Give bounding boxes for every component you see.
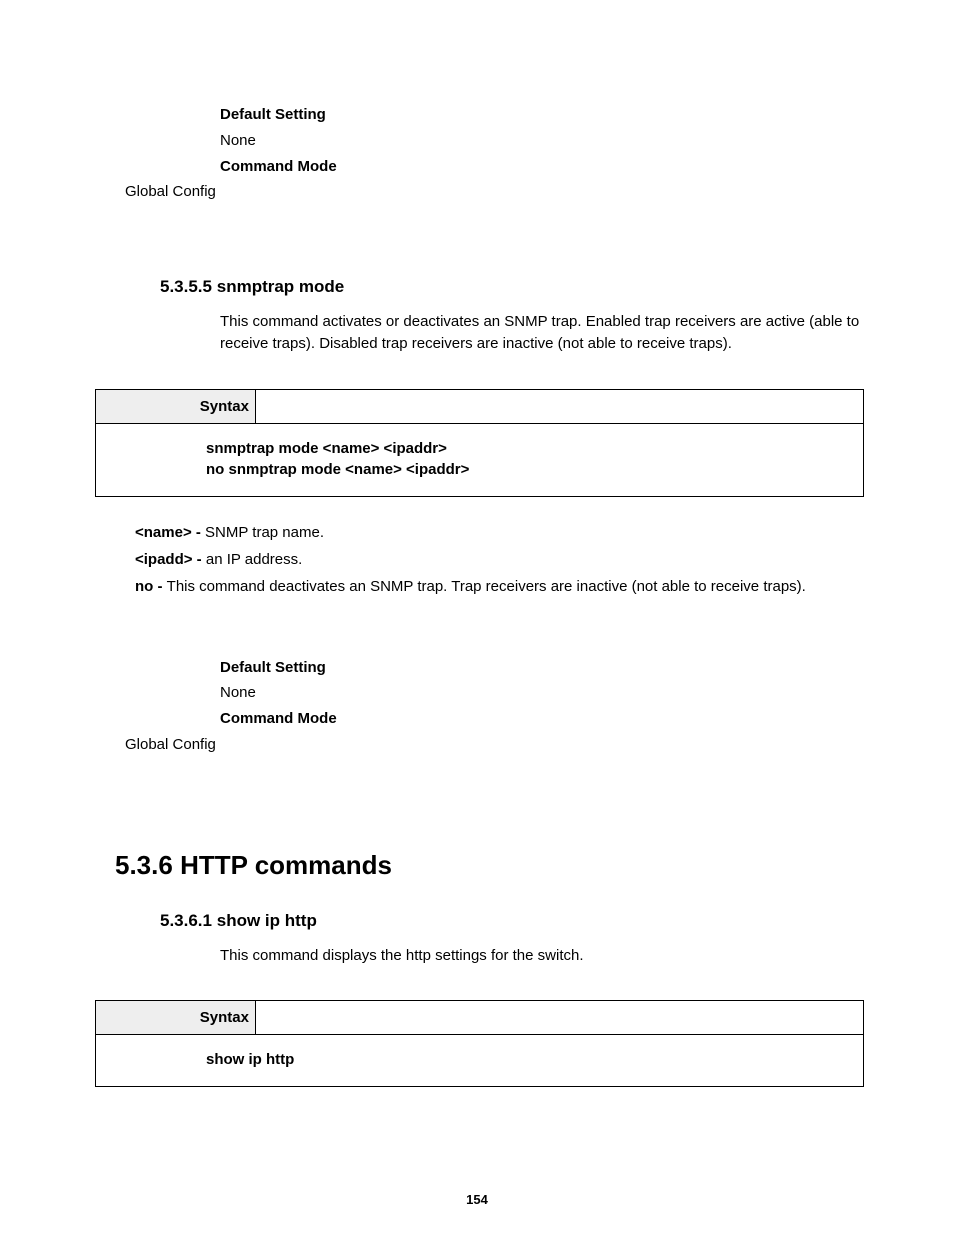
param-line: <name> - SNMP trap name. (135, 522, 864, 543)
param-line: <ipadd> - an IP address. (135, 549, 864, 570)
command-mode-value: Global Config (125, 734, 864, 756)
syntax-line: show ip http (206, 1051, 853, 1068)
param-desc: SNMP trap name. (205, 524, 324, 541)
syntax-line: no snmptrap mode <name> <ipaddr> (206, 461, 853, 478)
section-heading-5361: 5.3.6.1 show ip http (160, 911, 864, 931)
default-setting-block: Default Setting None Command Mode (220, 657, 864, 730)
param-name: no - (135, 578, 167, 595)
section-description: This command activates or deactivates an… (220, 311, 864, 355)
param-line: no - This command deactivates an SNMP tr… (135, 576, 864, 597)
default-setting-label: Default Setting (220, 657, 864, 679)
command-mode-value: Global Config (125, 181, 864, 203)
section-description: This command displays the http settings … (220, 945, 864, 967)
syntax-body: snmptrap mode <name> <ipaddr> no snmptra… (96, 424, 863, 496)
syntax-label: Syntax (96, 390, 256, 423)
command-mode-label: Command Mode (220, 708, 864, 730)
syntax-header-row: Syntax (96, 390, 863, 424)
default-setting-label: Default Setting (220, 104, 864, 126)
section-heading-5355: 5.3.5.5 snmptrap mode (160, 277, 864, 297)
syntax-label: Syntax (96, 1001, 256, 1034)
syntax-line: snmptrap mode <name> <ipaddr> (206, 440, 853, 457)
syntax-box: Syntax show ip http (95, 1000, 864, 1087)
param-name: <name> - (135, 524, 205, 541)
default-setting-value: None (220, 682, 864, 704)
param-desc: This command deactivates an SNMP trap. T… (167, 578, 806, 595)
document-page: Default Setting None Command Mode Global… (0, 0, 954, 1235)
page-number: 154 (0, 1192, 954, 1207)
section-title: HTTP commands (180, 850, 392, 880)
section-number: 5.3.6 (115, 850, 173, 880)
syntax-body: show ip http (96, 1035, 863, 1086)
section-heading-536: 5.3.6 HTTP commands (115, 850, 864, 881)
parameter-list: <name> - SNMP trap name. <ipadd> - an IP… (95, 522, 864, 597)
section-title: show ip http (217, 911, 317, 930)
section-title: snmptrap mode (217, 277, 345, 296)
default-setting-block: Default Setting None Command Mode (220, 104, 864, 177)
syntax-header-row: Syntax (96, 1001, 863, 1035)
section-number: 5.3.5.5 (160, 277, 212, 296)
syntax-box: Syntax snmptrap mode <name> <ipaddr> no … (95, 389, 864, 497)
default-setting-value: None (220, 130, 864, 152)
param-name: <ipadd> - (135, 551, 206, 568)
param-desc: an IP address. (206, 551, 302, 568)
section-number: 5.3.6.1 (160, 911, 212, 930)
command-mode-label: Command Mode (220, 156, 864, 178)
